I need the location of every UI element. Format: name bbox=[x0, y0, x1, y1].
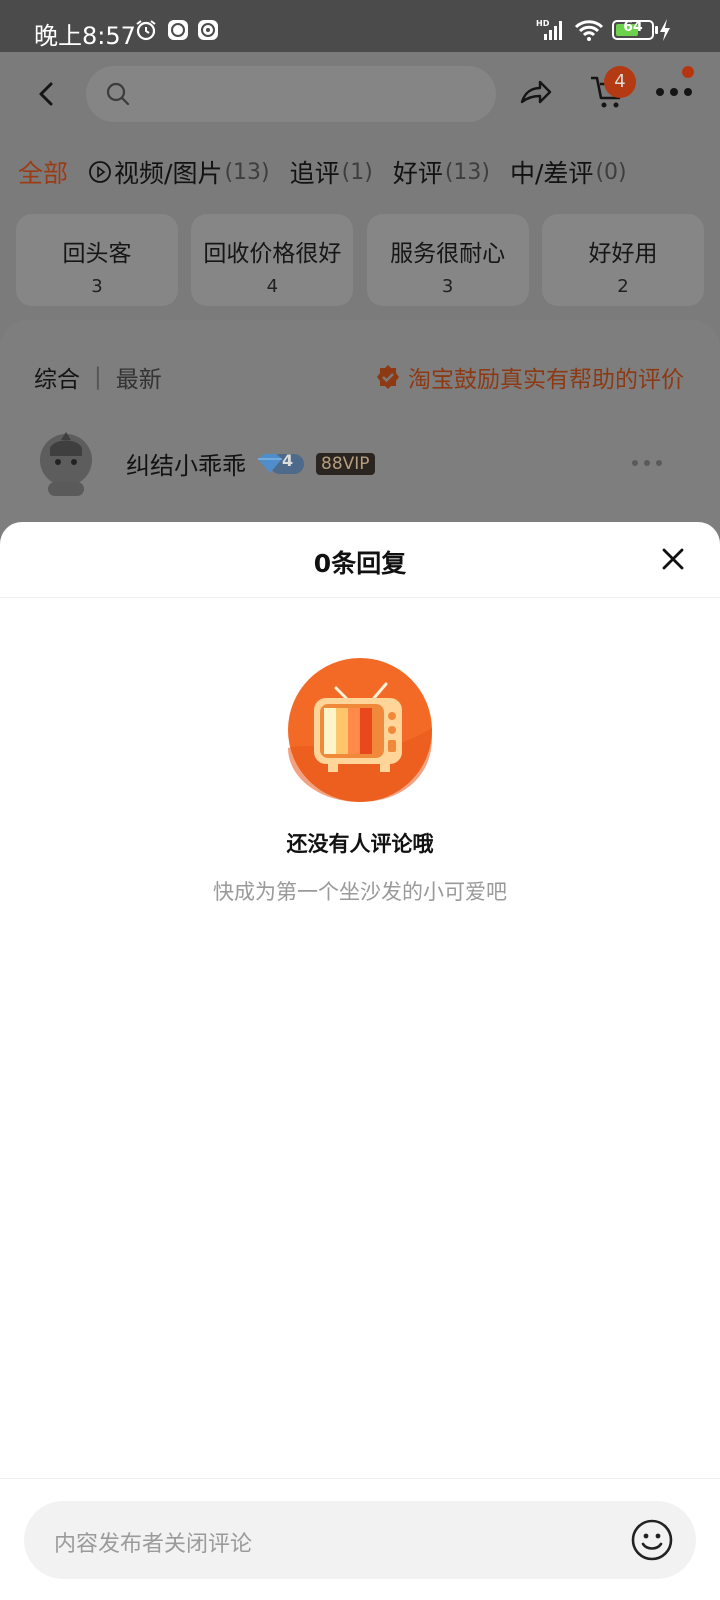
search-input[interactable] bbox=[86, 66, 496, 122]
sort-separator: | bbox=[94, 364, 102, 390]
signal-icon: HD bbox=[536, 19, 562, 40]
battery-indicator: 64 bbox=[612, 19, 654, 40]
tab-count: (0) bbox=[595, 159, 627, 185]
review-tag[interactable]: 服务很耐心 3 bbox=[366, 214, 529, 306]
tag-count: 3 bbox=[91, 276, 103, 297]
tab-label: 好评 bbox=[392, 159, 443, 188]
avatar[interactable] bbox=[36, 430, 96, 498]
tab-count: (13) bbox=[444, 159, 490, 185]
svg-text:HD: HD bbox=[536, 19, 550, 28]
emoji-icon[interactable] bbox=[630, 1518, 674, 1562]
cart-count-badge: 4 bbox=[604, 66, 636, 98]
tab-all[interactable]: 全部 bbox=[18, 154, 68, 190]
tag-label: 好好用 bbox=[588, 241, 658, 267]
search-icon bbox=[106, 82, 130, 106]
share-icon[interactable] bbox=[516, 72, 556, 112]
sort-options: 综合 | 最新 bbox=[34, 360, 162, 394]
sort-overall[interactable]: 综合 bbox=[34, 360, 80, 394]
app-notification-icon bbox=[168, 20, 188, 40]
review-tag[interactable]: 回头客 3 bbox=[16, 214, 178, 306]
encourage-text: 淘宝鼓励真实有帮助的评价 bbox=[408, 367, 684, 393]
encourage-banner[interactable]: 淘宝鼓励真实有帮助的评价 bbox=[374, 360, 684, 394]
member-level-badge: 4 bbox=[256, 451, 306, 477]
diamond-icon bbox=[258, 453, 304, 474]
app-notification-icon-2 bbox=[198, 20, 218, 40]
play-icon bbox=[89, 161, 111, 183]
reviewer-info: 纠结小乖乖 4 88VIP bbox=[126, 446, 375, 481]
tag-count: 2 bbox=[617, 276, 629, 297]
tab-count: (1) bbox=[341, 159, 373, 185]
notification-dot bbox=[682, 66, 694, 78]
tab-positive[interactable]: 好评 (13) bbox=[393, 154, 490, 190]
review-filter-tabs: 全部 视频/图片 (13) 追评 (1) 好评 (13) 中/差评 (0) bbox=[18, 152, 708, 192]
alarm-icon bbox=[136, 20, 156, 41]
comment-placeholder: 内容发布者关闭评论 bbox=[54, 1532, 253, 1557]
reviewer-name[interactable]: 纠结小乖乖 bbox=[126, 446, 246, 481]
sheet-title: 0条回复 bbox=[313, 549, 407, 578]
comment-input-bar: 内容发布者关闭评论 bbox=[0, 1478, 720, 1600]
charging-icon bbox=[660, 19, 670, 41]
empty-state-title: 还没有人评论哦 bbox=[286, 832, 434, 856]
replies-bottom-sheet: 0条回复 还没有人评论哦 快成为第一个坐沙发的小可爱吧 内容发布者关闭评论 bbox=[0, 522, 720, 1600]
sheet-header: 0条回复 bbox=[0, 522, 720, 598]
review-tag[interactable]: 回收价格很好 4 bbox=[191, 214, 354, 306]
sort-latest[interactable]: 最新 bbox=[116, 360, 162, 394]
tab-label: 中/差评 bbox=[510, 159, 594, 188]
top-bar: 4 bbox=[0, 52, 720, 132]
member-level: 4 bbox=[282, 450, 294, 470]
tab-label: 追评 bbox=[289, 159, 340, 188]
tag-label: 服务很耐心 bbox=[390, 241, 506, 267]
wifi-icon bbox=[574, 20, 604, 41]
comment-input[interactable]: 内容发布者关闭评论 bbox=[24, 1501, 696, 1579]
tag-count: 4 bbox=[266, 276, 279, 297]
close-icon[interactable] bbox=[656, 542, 690, 576]
review-tag-list: 回头客 3 回收价格很好 4 服务很耐心 3 好好用 2 bbox=[16, 214, 704, 306]
tab-label: 视频/图片 bbox=[114, 159, 223, 188]
empty-tv-illustration bbox=[288, 658, 432, 802]
tab-video-photo[interactable]: 视频/图片 (13) bbox=[88, 154, 270, 190]
review-tag[interactable]: 好好用 2 bbox=[541, 214, 704, 306]
status-time: 晚上8:57 bbox=[34, 22, 136, 50]
tag-label: 回收价格很好 bbox=[203, 241, 342, 267]
tab-follow-up[interactable]: 追评 (1) bbox=[290, 154, 373, 190]
battery-level: 64 bbox=[623, 19, 643, 35]
tag-label: 回头客 bbox=[62, 241, 132, 267]
tab-label: 全部 bbox=[18, 159, 69, 188]
review-more-icon[interactable] bbox=[630, 458, 664, 468]
back-icon[interactable] bbox=[24, 72, 68, 116]
tab-count: (13) bbox=[224, 159, 270, 185]
tab-neutral-negative[interactable]: 中/差评 (0) bbox=[510, 154, 627, 190]
verified-badge-icon bbox=[377, 365, 399, 389]
vip-badge: 88VIP bbox=[316, 452, 375, 475]
tag-count: 3 bbox=[441, 276, 454, 297]
empty-state-subtitle: 快成为第一个坐沙发的小可爱吧 bbox=[213, 880, 507, 904]
status-bar: 晚上8:57 HD 64 bbox=[0, 0, 720, 52]
more-options-icon[interactable] bbox=[654, 80, 694, 104]
